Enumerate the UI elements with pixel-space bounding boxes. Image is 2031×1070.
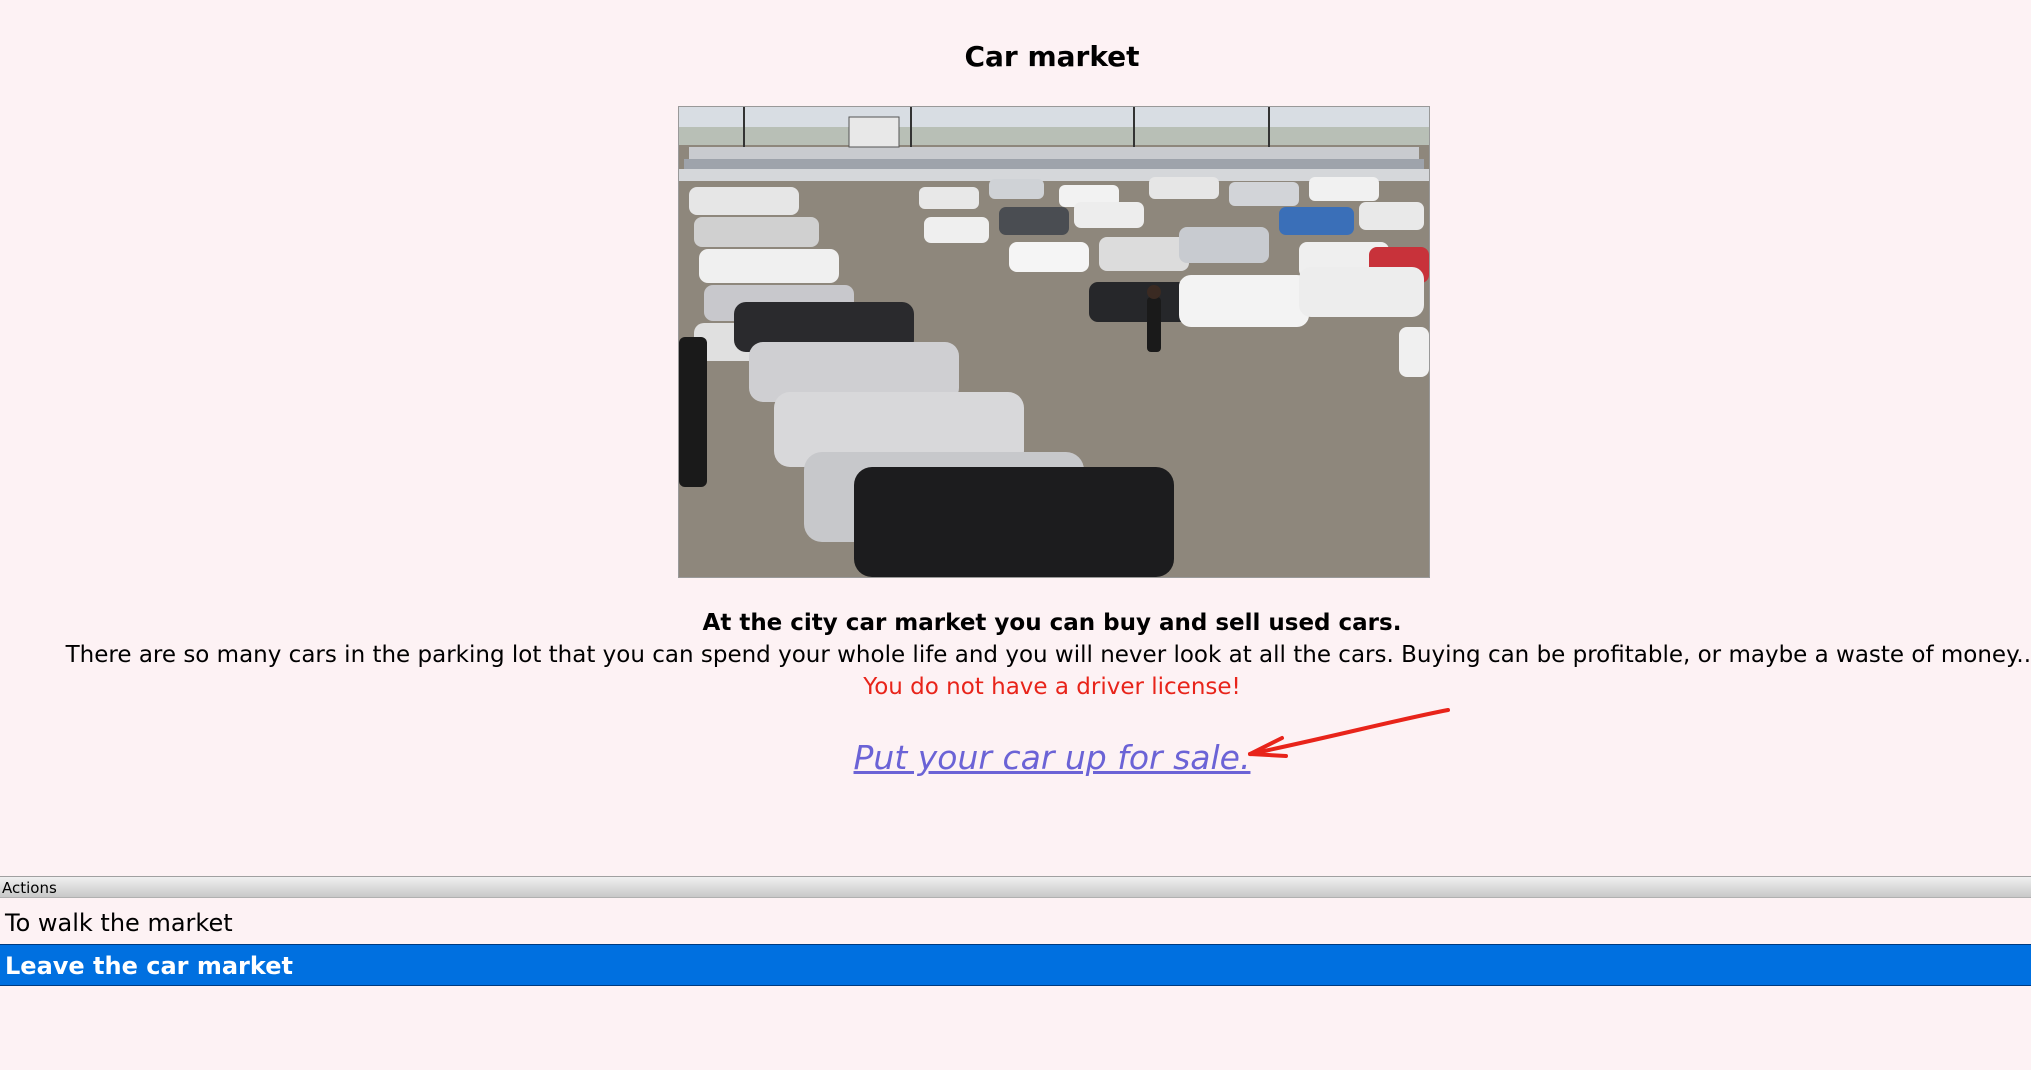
license-warning: You do not have a driver license! [863,674,1241,700]
description-text: There are so many cars in the parking lo… [65,642,2031,668]
red-arrow-icon [1248,708,1450,758]
actions-header: Actions [0,876,2031,898]
action-walk-market[interactable]: To walk the market [0,902,2031,944]
page: Car market At the city car market you ca… [0,0,2031,1070]
put-car-for-sale-link[interactable]: Put your car up for sale. [854,738,1251,777]
action-leave-market[interactable]: Leave the car market [0,944,2031,986]
put-car-for-sale-container: Put your car up for sale. [0,738,2031,777]
page-title: Car market [964,40,1140,73]
car-market-image [678,106,1430,578]
car-market-photo-svg [679,107,1429,577]
description-bold: At the city car market you can buy and s… [702,610,1402,636]
